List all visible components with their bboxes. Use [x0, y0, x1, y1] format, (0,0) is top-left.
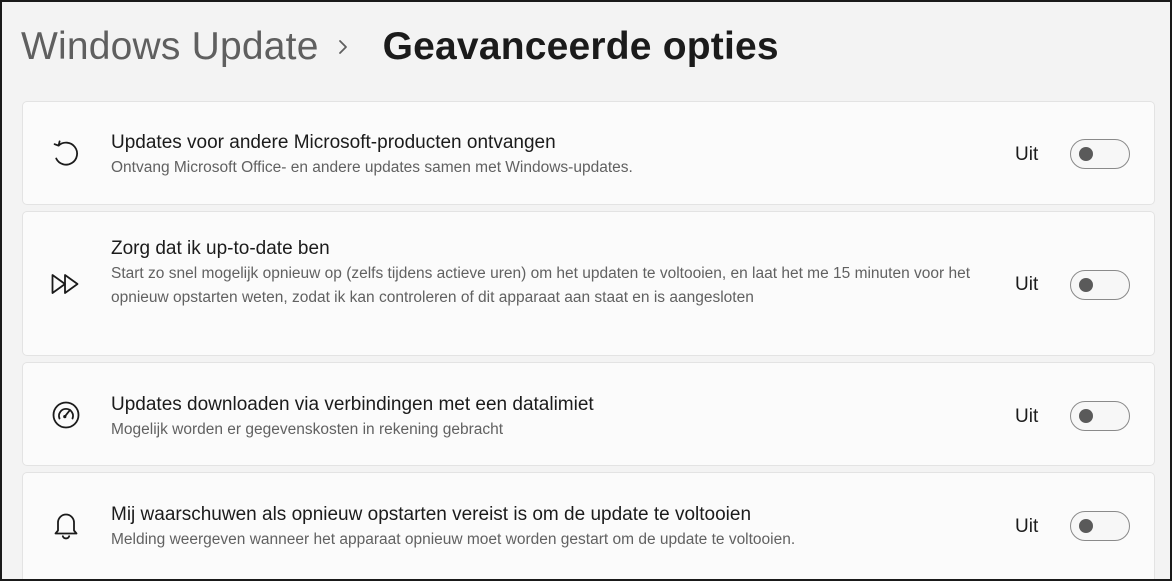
- refresh-icon: [50, 137, 82, 169]
- setting-title: Updates downloaden via verbindingen met …: [111, 394, 594, 415]
- setting-description: Melding weergeven wanneer het apparaat o…: [111, 531, 796, 548]
- setting-card-stay-up-to-date[interactable]: Zorg dat ik up-to-date ben Start zo snel…: [22, 211, 1155, 356]
- settings-window: Windows Update Geavanceerde opties Updat…: [0, 0, 1172, 581]
- page-title: Geavanceerde opties: [382, 25, 779, 68]
- stay-up-to-date-toggle[interactable]: [1070, 270, 1130, 300]
- toggle-state-label: Uit: [1015, 406, 1039, 427]
- setting-title: Mij waarschuwen als opnieuw opstarten ve…: [111, 504, 752, 525]
- restart-notification-toggle[interactable]: [1070, 511, 1130, 541]
- bell-icon: [50, 509, 82, 541]
- setting-card-restart-notification[interactable]: Mij waarschuwen als opnieuw opstarten ve…: [22, 472, 1155, 579]
- setting-text: Mij waarschuwen als opnieuw opstarten ve…: [111, 503, 991, 552]
- toggle-state-label: Uit: [1015, 144, 1039, 165]
- setting-card-other-microsoft-products[interactable]: Updates voor andere Microsoft-producten …: [22, 101, 1155, 205]
- toggle-knob: [1079, 519, 1093, 533]
- setting-text: Zorg dat ik up-to-date ben Start zo snel…: [111, 237, 991, 310]
- toggle-knob: [1079, 409, 1093, 423]
- toggle-state-label: Uit: [1015, 274, 1039, 295]
- fast-forward-icon: [50, 268, 82, 300]
- chevron-right-icon: [319, 38, 367, 56]
- breadcrumb-windows-update-link[interactable]: Windows Update: [21, 25, 319, 69]
- setting-description: Ontvang Microsoft Office- en andere upda…: [111, 159, 633, 176]
- breadcrumb: Windows Update Geavanceerde opties: [21, 22, 779, 72]
- setting-card-metered-connections[interactable]: Updates downloaden via verbindingen met …: [22, 362, 1155, 466]
- setting-text: Updates downloaden via verbindingen met …: [111, 393, 991, 442]
- toggle-knob: [1079, 147, 1093, 161]
- setting-description: Mogelijk worden er gegevenskosten in rek…: [111, 421, 504, 438]
- metered-download-toggle[interactable]: [1070, 401, 1130, 431]
- speedometer-icon: [50, 399, 82, 431]
- other-products-toggle[interactable]: [1070, 139, 1130, 169]
- setting-title: Zorg dat ik up-to-date ben: [111, 238, 330, 259]
- setting-description: Start zo snel mogelijk opnieuw op (zelfs…: [111, 265, 971, 306]
- setting-title: Updates voor andere Microsoft-producten …: [111, 132, 556, 153]
- setting-text: Updates voor andere Microsoft-producten …: [111, 131, 991, 180]
- toggle-state-label: Uit: [1015, 516, 1039, 537]
- toggle-knob: [1079, 278, 1093, 292]
